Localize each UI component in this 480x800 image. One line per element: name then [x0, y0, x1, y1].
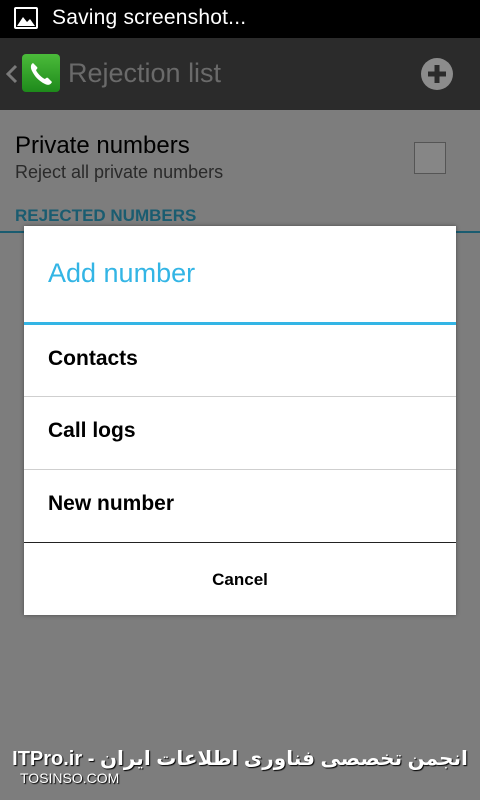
status-text: Saving screenshot...: [52, 6, 247, 29]
call-logs-option-label: Call logs: [48, 419, 136, 442]
new-number-option[interactable]: New number: [24, 470, 456, 542]
add-number-dialog: Add number Contacts Call logs New number…: [24, 226, 456, 615]
dialog-title: Add number: [48, 258, 196, 288]
call-logs-option[interactable]: Call logs: [24, 397, 456, 469]
image-icon: [14, 7, 38, 29]
watermark-site: TOSINSO.COM: [20, 770, 120, 786]
plus-circle-icon[interactable]: [421, 58, 453, 90]
action-bar: Rejection list: [0, 38, 480, 110]
private-numbers-summary: Reject all private numbers: [15, 162, 224, 182]
screen-title: Rejection list: [68, 58, 222, 88]
status-bar: Saving screenshot...: [0, 0, 480, 38]
phone-icon[interactable]: [22, 54, 60, 92]
watermark-text: ITPro.ir - انجمن تخصصی فناوری اطلاعات ای…: [12, 748, 468, 770]
private-numbers-title: Private numbers: [15, 132, 190, 159]
rejected-numbers-header: REJECTED NUMBERS: [15, 206, 197, 225]
private-numbers-checkbox[interactable]: [414, 142, 446, 174]
cancel-button-label: Cancel: [212, 570, 268, 589]
new-number-option-label: New number: [48, 492, 175, 515]
contacts-option-label: Contacts: [48, 347, 138, 370]
contacts-option[interactable]: Contacts: [24, 325, 456, 397]
cancel-button[interactable]: Cancel: [24, 543, 456, 615]
chevron-left-icon[interactable]: [4, 56, 20, 92]
